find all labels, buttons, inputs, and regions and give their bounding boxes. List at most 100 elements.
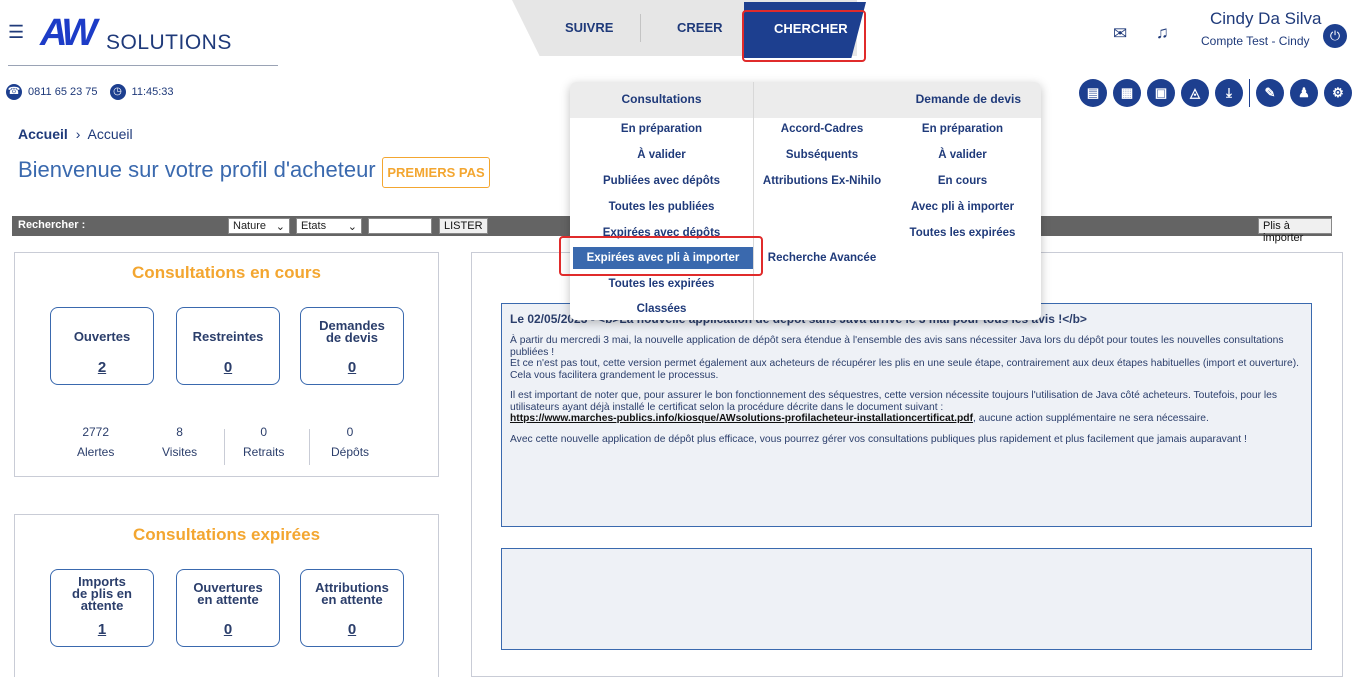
menu-item-en-preparation[interactable]: En préparation xyxy=(570,123,753,135)
headset-icon: ☎ xyxy=(6,84,22,100)
tile-imports-de-plis[interactable]: Imports de plis en attente 1 xyxy=(50,569,154,647)
menu-item-subsequents[interactable]: Subséquents xyxy=(753,149,891,161)
search-label: Rechercher : xyxy=(18,219,86,231)
etats-select-value: Etats xyxy=(301,220,327,232)
stat-label: Dépôts xyxy=(331,445,370,459)
nature-select[interactable]: Nature ⌄ xyxy=(228,218,290,234)
menu-item-devis-en-cours[interactable]: En cours xyxy=(890,175,1035,187)
breadcrumb: Accueil › Accueil xyxy=(18,126,133,142)
dropdown-divider xyxy=(753,82,754,320)
user-account: Compte Test - Cindy xyxy=(1201,34,1310,48)
tile-value[interactable]: 1 xyxy=(51,621,153,638)
stat-divider xyxy=(309,429,310,465)
logo-mark: AW xyxy=(40,12,97,54)
phone-number: 0811 65 23 75 xyxy=(28,86,98,98)
stat-value: 8 xyxy=(176,425,183,439)
news-paragraph: Avec cette nouvelle application de dépôt… xyxy=(510,434,1303,446)
tile-ouvertes[interactable]: Ouvertes 2 xyxy=(50,307,154,385)
news-text: Et ce n'est pas tout, cette version perm… xyxy=(510,358,1299,381)
menu-item-a-valider[interactable]: À valider xyxy=(570,149,753,161)
tile-label: Attributions en attente xyxy=(315,580,389,607)
news-text: Avec cette nouvelle application de dépôt… xyxy=(510,433,1247,445)
stat-alertes[interactable]: 2772 Alertes xyxy=(77,425,114,459)
plis-a-importer-button[interactable]: Plis à importer xyxy=(1258,218,1332,244)
stat-value: 0 xyxy=(260,425,268,439)
document-icon[interactable]: ▤ xyxy=(1079,79,1107,107)
chevron-down-icon: ⌄ xyxy=(347,221,357,233)
breadcrumb-root[interactable]: Accueil xyxy=(18,126,68,142)
menu-icon[interactable]: ☰ xyxy=(8,22,24,43)
tile-label: Imports de plis en attente xyxy=(72,574,132,613)
menu-item-attributions-ex-nihilo[interactable]: Attributions Ex-Nihilo xyxy=(753,175,891,187)
bell-icon[interactable]: ♫ xyxy=(1156,23,1169,43)
tile-value[interactable]: 2 xyxy=(51,359,153,376)
tile-restreintes[interactable]: Restreintes 0 xyxy=(176,307,280,385)
nav-suivre[interactable]: SUIVRE xyxy=(565,20,613,35)
logo[interactable]: AW SOLUTIONS xyxy=(40,12,231,54)
tile-demandes-de-devis[interactable]: Demandes de devis 0 xyxy=(300,307,404,385)
stat-depots[interactable]: 0 Dépôts xyxy=(331,425,369,459)
dropdown-header-devis: Demande de devis xyxy=(753,82,1041,118)
user-name[interactable]: Cindy Da Silva xyxy=(1210,9,1322,29)
nature-select-value: Nature xyxy=(233,220,267,232)
menu-item-recherche-avancee[interactable]: Recherche Avancée xyxy=(753,252,891,264)
clock-time: 11:45:33 xyxy=(131,86,174,98)
search-input[interactable] xyxy=(368,218,432,234)
pdf-icon[interactable]: ▣ xyxy=(1147,79,1175,107)
menu-item-classees[interactable]: Classées xyxy=(570,303,753,315)
tile-label: Ouvertures en attente xyxy=(193,580,263,607)
dropdown-header-consultations: Consultations xyxy=(570,82,753,118)
news-text: À partir du mercredi 3 mai, la nouvelle … xyxy=(510,335,1284,358)
tile-value[interactable]: 0 xyxy=(301,359,403,376)
premiers-pas-button[interactable]: PREMIERS PAS xyxy=(382,157,490,188)
tile-label: Demandes de devis xyxy=(319,318,385,345)
tile-label: Restreintes xyxy=(192,329,264,344)
menu-item-devis-en-preparation[interactable]: En préparation xyxy=(890,123,1035,135)
tile-attributions[interactable]: Attributions en attente 0 xyxy=(300,569,404,647)
user-settings-icon[interactable]: ⚙ xyxy=(1324,79,1352,107)
menu-item-devis-a-valider[interactable]: À valider xyxy=(890,149,1035,161)
calculator-icon[interactable]: ▦ xyxy=(1113,79,1141,107)
header: ☰ AW SOLUTIONS SUIVRE CREER CHERCHER ✉ ♫… xyxy=(0,0,1355,72)
tile-value[interactable]: 0 xyxy=(177,621,279,638)
logo-text: SOLUTIONS xyxy=(106,31,232,54)
card-title: Consultations en cours xyxy=(132,263,321,282)
menu-item-toutes-les-expirees[interactable]: Toutes les expirées xyxy=(570,278,753,290)
menu-item-toutes-les-publiees[interactable]: Toutes les publiées xyxy=(570,201,753,213)
news-box: Le 02/05/2023 - <b>La nouvelle applicati… xyxy=(501,303,1312,527)
users-icon[interactable]: ♟ xyxy=(1290,79,1318,107)
stat-retraits[interactable]: 0 Retraits xyxy=(243,425,284,459)
breadcrumb-current: Accueil xyxy=(87,126,133,142)
toolbar-icons: ▤ ▦ ▣ ◬ ⤓ ✎ ♟ ⚙ xyxy=(1079,79,1355,107)
tile-value[interactable]: 0 xyxy=(301,621,403,638)
stat-divider xyxy=(224,429,225,465)
mail-icon[interactable]: ✉ xyxy=(1113,24,1127,44)
certificate-link[interactable]: https://www.marches-publics.info/kiosque… xyxy=(510,413,973,424)
empty-news-box xyxy=(501,548,1312,650)
power-icon[interactable]: ⏻ xyxy=(1323,24,1347,48)
tile-value[interactable]: 0 xyxy=(177,359,279,376)
stat-value: 0 xyxy=(346,425,354,439)
menu-item-accord-cadres[interactable]: Accord-Cadres xyxy=(753,123,891,135)
tile-label: Ouvertes xyxy=(73,329,131,344)
news-paragraph: À partir du mercredi 3 mai, la nouvelle … xyxy=(510,335,1303,381)
stat-visites[interactable]: 8 Visites xyxy=(162,425,197,459)
edit-icon[interactable]: ✎ xyxy=(1256,79,1284,107)
card-title: Consultations expirées xyxy=(132,525,321,544)
stat-label: Retraits xyxy=(243,445,285,459)
highlight-box xyxy=(742,10,866,62)
divider xyxy=(8,65,278,66)
nav-creer[interactable]: CREER xyxy=(677,20,723,35)
etats-select[interactable]: Etats ⌄ xyxy=(296,218,362,234)
download-icon[interactable]: ⤓ xyxy=(1215,79,1243,107)
chercher-dropdown-menu: Consultations Demande de devis En prépar… xyxy=(570,82,1041,320)
menu-item-devis-avec-pli-a-importer[interactable]: Avec pli à importer xyxy=(890,201,1035,213)
menu-item-publiees-avec-depots[interactable]: Publiées avec dépôts xyxy=(570,175,753,187)
menu-item-devis-toutes-les-expirees[interactable]: Toutes les expirées xyxy=(890,227,1035,239)
tile-ouvertures[interactable]: Ouvertures en attente 0 xyxy=(176,569,280,647)
news-paragraph: Il est important de noter que, pour assu… xyxy=(510,390,1303,425)
lister-button[interactable]: LISTER xyxy=(439,218,488,234)
breadcrumb-separator: › xyxy=(75,126,81,142)
page-title: Bienvenue sur votre profil d'acheteur xyxy=(18,157,376,182)
agent-icon[interactable]: ◬ xyxy=(1181,79,1209,107)
